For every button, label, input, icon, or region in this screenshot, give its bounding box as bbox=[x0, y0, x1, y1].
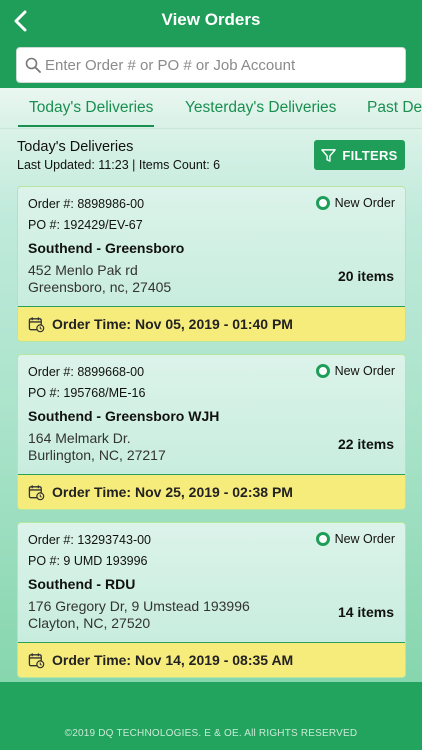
page-title: View Orders bbox=[161, 10, 261, 29]
items-count: 22 items bbox=[337, 436, 394, 452]
address-line-1: 164 Melmark Dr. bbox=[28, 430, 131, 446]
status-badge: New Order bbox=[315, 196, 395, 210]
order-card[interactable]: Order #: 8899668-00 New Order PO #: 1957… bbox=[17, 354, 406, 510]
status-dot-icon bbox=[315, 196, 330, 210]
order-card[interactable]: Order #: 8898986-00 New Order PO #: 1924… bbox=[17, 186, 406, 342]
tab-yesterdays-deliveries[interactable]: Yesterday's Deliveries bbox=[185, 99, 336, 117]
copyright-text: ©2019 DQ TECHNOLOGIES. E & OE. All RIGHT… bbox=[64, 728, 358, 739]
status-label: New Order bbox=[334, 364, 395, 378]
tab-todays-deliveries[interactable]: Today's Deliveries bbox=[29, 99, 153, 117]
order-time: Order Time: Nov 14, 2019 - 08:35 AM bbox=[52, 652, 294, 668]
status-badge: New Order bbox=[315, 532, 395, 546]
address-line-2: Greensboro, nc, 27405 bbox=[28, 279, 172, 295]
status-badge: New Order bbox=[315, 364, 395, 378]
list-title: Today's Deliveries bbox=[17, 139, 134, 155]
po-number: PO #: 9 UMD 193996 bbox=[28, 554, 148, 568]
address-line-2: Clayton, NC, 27520 bbox=[28, 615, 151, 631]
status-dot-icon bbox=[315, 364, 330, 378]
active-tab-indicator bbox=[18, 125, 154, 127]
filters-label: FILTERS bbox=[342, 147, 398, 163]
status-dot-icon bbox=[315, 532, 330, 546]
tab-past-deliveries[interactable]: Past Deliveries bbox=[367, 99, 422, 117]
calendar-clock-icon bbox=[28, 652, 45, 668]
calendar-clock-icon bbox=[28, 484, 45, 500]
address-line-1: 452 Menlo Pak rd bbox=[28, 262, 138, 278]
po-number: PO #: 195768/ME-16 bbox=[28, 386, 146, 400]
order-time: Order Time: Nov 25, 2019 - 02:38 PM bbox=[52, 484, 293, 500]
customer-name: Southend - Greensboro WJH bbox=[28, 408, 220, 424]
calendar-clock-icon bbox=[28, 316, 45, 332]
address-line-2: Burlington, NC, 27217 bbox=[28, 447, 166, 463]
search-bar[interactable] bbox=[16, 47, 406, 83]
po-number: PO #: 192429/EV-67 bbox=[28, 218, 143, 232]
status-label: New Order bbox=[334, 532, 395, 546]
search-input[interactable] bbox=[45, 56, 405, 74]
order-card[interactable]: Order #: 13293743-00 New Order PO #: 9 U… bbox=[17, 522, 406, 678]
status-label: New Order bbox=[334, 196, 395, 210]
content-area: Today's Deliveries Yesterday's Deliverie… bbox=[0, 88, 422, 682]
order-number: Order #: 13293743-00 bbox=[28, 533, 152, 547]
items-count: 14 items bbox=[337, 604, 394, 620]
list-meta: Last Updated: 11:23 | Items Count: 6 bbox=[17, 158, 221, 172]
items-count: 20 items bbox=[337, 268, 394, 284]
customer-name: Southend - RDU bbox=[28, 576, 136, 592]
order-time: Order Time: Nov 05, 2019 - 01:40 PM bbox=[52, 316, 293, 332]
order-time-bar: Order Time: Nov 14, 2019 - 08:35 AM bbox=[18, 642, 405, 677]
search-icon bbox=[25, 57, 41, 73]
order-time-bar: Order Time: Nov 05, 2019 - 01:40 PM bbox=[18, 306, 405, 341]
address-line-1: 176 Gregory Dr, 9 Umstead 193996 bbox=[28, 598, 250, 614]
order-number: Order #: 8899668-00 bbox=[28, 365, 145, 379]
customer-name: Southend - Greensboro bbox=[28, 240, 185, 256]
filter-icon bbox=[321, 148, 337, 162]
tabs-divider bbox=[0, 128, 422, 129]
app-header: View Orders bbox=[0, 0, 422, 88]
filters-button[interactable]: FILTERS bbox=[314, 140, 405, 170]
page-footer: ©2019 DQ TECHNOLOGIES. E & OE. All RIGHT… bbox=[0, 682, 422, 750]
tab-bar: Today's Deliveries Yesterday's Deliverie… bbox=[0, 88, 422, 128]
order-number: Order #: 8898986-00 bbox=[28, 197, 145, 211]
order-time-bar: Order Time: Nov 25, 2019 - 02:38 PM bbox=[18, 474, 405, 509]
